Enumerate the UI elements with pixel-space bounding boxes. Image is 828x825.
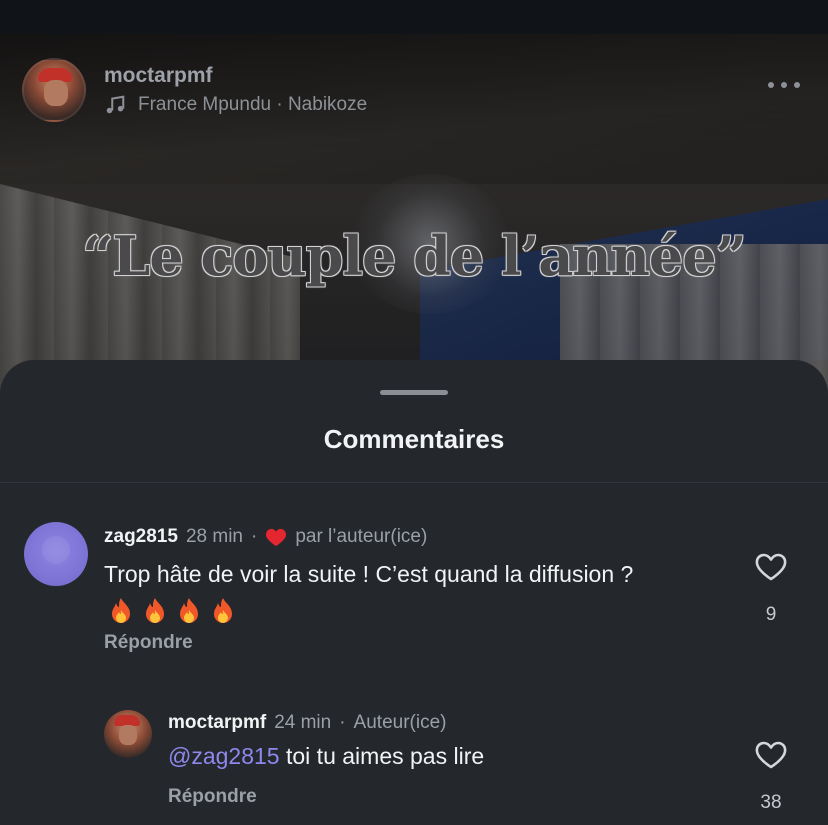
comments-sheet: Commentaires zag2815 28 min · par l’aute… xyxy=(0,360,828,825)
fire-icon xyxy=(180,598,198,623)
fire-icon xyxy=(146,598,164,623)
sheet-grabber-handle[interactable] xyxy=(380,390,448,395)
like-count: 38 xyxy=(760,792,782,813)
heart-outline-icon[interactable] xyxy=(754,552,788,582)
heart-outline-icon[interactable] xyxy=(754,740,788,770)
fire-icon xyxy=(112,598,130,623)
like-count: 9 xyxy=(765,604,777,625)
comment-text: @zag2815 toi tu aimes pas lire xyxy=(168,740,484,772)
more-horizontal-icon[interactable] xyxy=(768,80,800,90)
reply-button[interactable]: Répondre xyxy=(104,632,193,654)
music-note-icon xyxy=(106,95,125,114)
music-title: France Mpundu · Nabikoze xyxy=(138,94,368,115)
meta-separator: · xyxy=(250,526,258,547)
heart-filled-icon xyxy=(266,528,287,547)
reply-button[interactable]: Répondre xyxy=(168,786,257,808)
author-username[interactable]: moctarpmf xyxy=(104,64,213,88)
meta-separator: · xyxy=(339,712,346,733)
comment-time: 24 min xyxy=(274,712,332,733)
comment-meta: moctarpmf 24 min · Auteur(ice) xyxy=(168,712,446,734)
divider xyxy=(0,482,828,483)
reply-comment-item: moctarpmf 24 min · Auteur(ice) @zag2815 … xyxy=(0,700,828,825)
liked-by-author-badge: par l’auteur(ice) xyxy=(295,526,428,547)
video-caption: “Le couple de l’année” xyxy=(82,224,746,288)
sheet-title: Commentaires xyxy=(323,424,505,454)
comment-emoji-line xyxy=(108,596,244,626)
comment-body: toi tu aimes pas lire xyxy=(286,743,485,769)
comment-item: zag2815 28 min · par l’auteur(ice) Trop … xyxy=(0,510,828,660)
fire-icon xyxy=(214,598,232,623)
music-info[interactable]: France Mpundu · Nabikoze xyxy=(104,94,367,116)
mention-link[interactable]: @zag2815 xyxy=(168,743,280,769)
author-badge: Auteur(ice) xyxy=(353,712,447,733)
status-bar xyxy=(0,0,828,34)
comment-username[interactable]: zag2815 xyxy=(104,526,178,548)
comment-meta: zag2815 28 min · par l’auteur(ice) xyxy=(104,526,427,548)
comment-text: Trop hâte de voir la suite ! C’est quand… xyxy=(104,561,634,587)
comment-username[interactable]: moctarpmf xyxy=(168,712,266,734)
post-header: moctarpmf France Mpundu · Nabikoze xyxy=(22,58,812,126)
comment-time: 28 min xyxy=(185,526,243,547)
author-avatar[interactable] xyxy=(22,58,86,122)
commenter-avatar[interactable] xyxy=(104,710,152,758)
commenter-avatar[interactable] xyxy=(24,522,88,586)
